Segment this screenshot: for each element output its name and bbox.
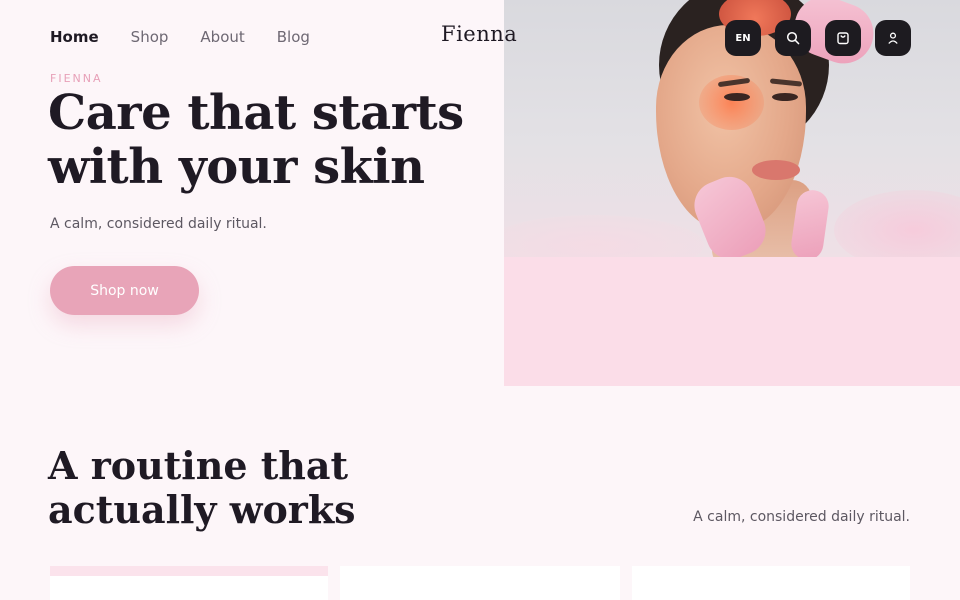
hero-eyebrow: FIENNA bbox=[50, 72, 103, 85]
nav-about[interactable]: About bbox=[200, 28, 244, 46]
product-card[interactable] bbox=[340, 566, 620, 600]
routine-title: A routine that actually works bbox=[48, 443, 356, 532]
header-actions: EN bbox=[725, 20, 911, 56]
cart-button[interactable] bbox=[825, 20, 861, 56]
hero-headline: Care that starts with your skin bbox=[48, 85, 464, 195]
search-button[interactable] bbox=[775, 20, 811, 56]
product-card[interactable] bbox=[50, 566, 328, 600]
right-eye bbox=[772, 93, 798, 101]
product-card[interactable] bbox=[632, 566, 910, 600]
nav-home[interactable]: Home bbox=[50, 28, 99, 46]
account-button[interactable] bbox=[875, 20, 911, 56]
left-eye bbox=[724, 93, 750, 101]
language-button[interactable]: EN bbox=[725, 20, 761, 56]
lips-shape bbox=[752, 160, 800, 180]
nav-shop[interactable]: Shop bbox=[131, 28, 169, 46]
search-icon bbox=[786, 31, 800, 45]
routine-subtitle: A calm, considered daily ritual. bbox=[693, 509, 910, 525]
pink-mist-left bbox=[504, 215, 704, 257]
brand-logo[interactable]: Fienna bbox=[441, 22, 517, 46]
pink-mist bbox=[834, 190, 960, 257]
hero-pink-panel bbox=[504, 257, 960, 386]
bag-icon bbox=[837, 32, 849, 45]
main-nav: Home Shop About Blog bbox=[50, 28, 310, 46]
hero-subtitle: A calm, considered daily ritual. bbox=[50, 216, 267, 232]
shop-now-button[interactable]: Shop now bbox=[50, 266, 199, 315]
language-label: EN bbox=[735, 32, 751, 44]
nav-blog[interactable]: Blog bbox=[277, 28, 310, 46]
user-icon bbox=[888, 32, 898, 44]
